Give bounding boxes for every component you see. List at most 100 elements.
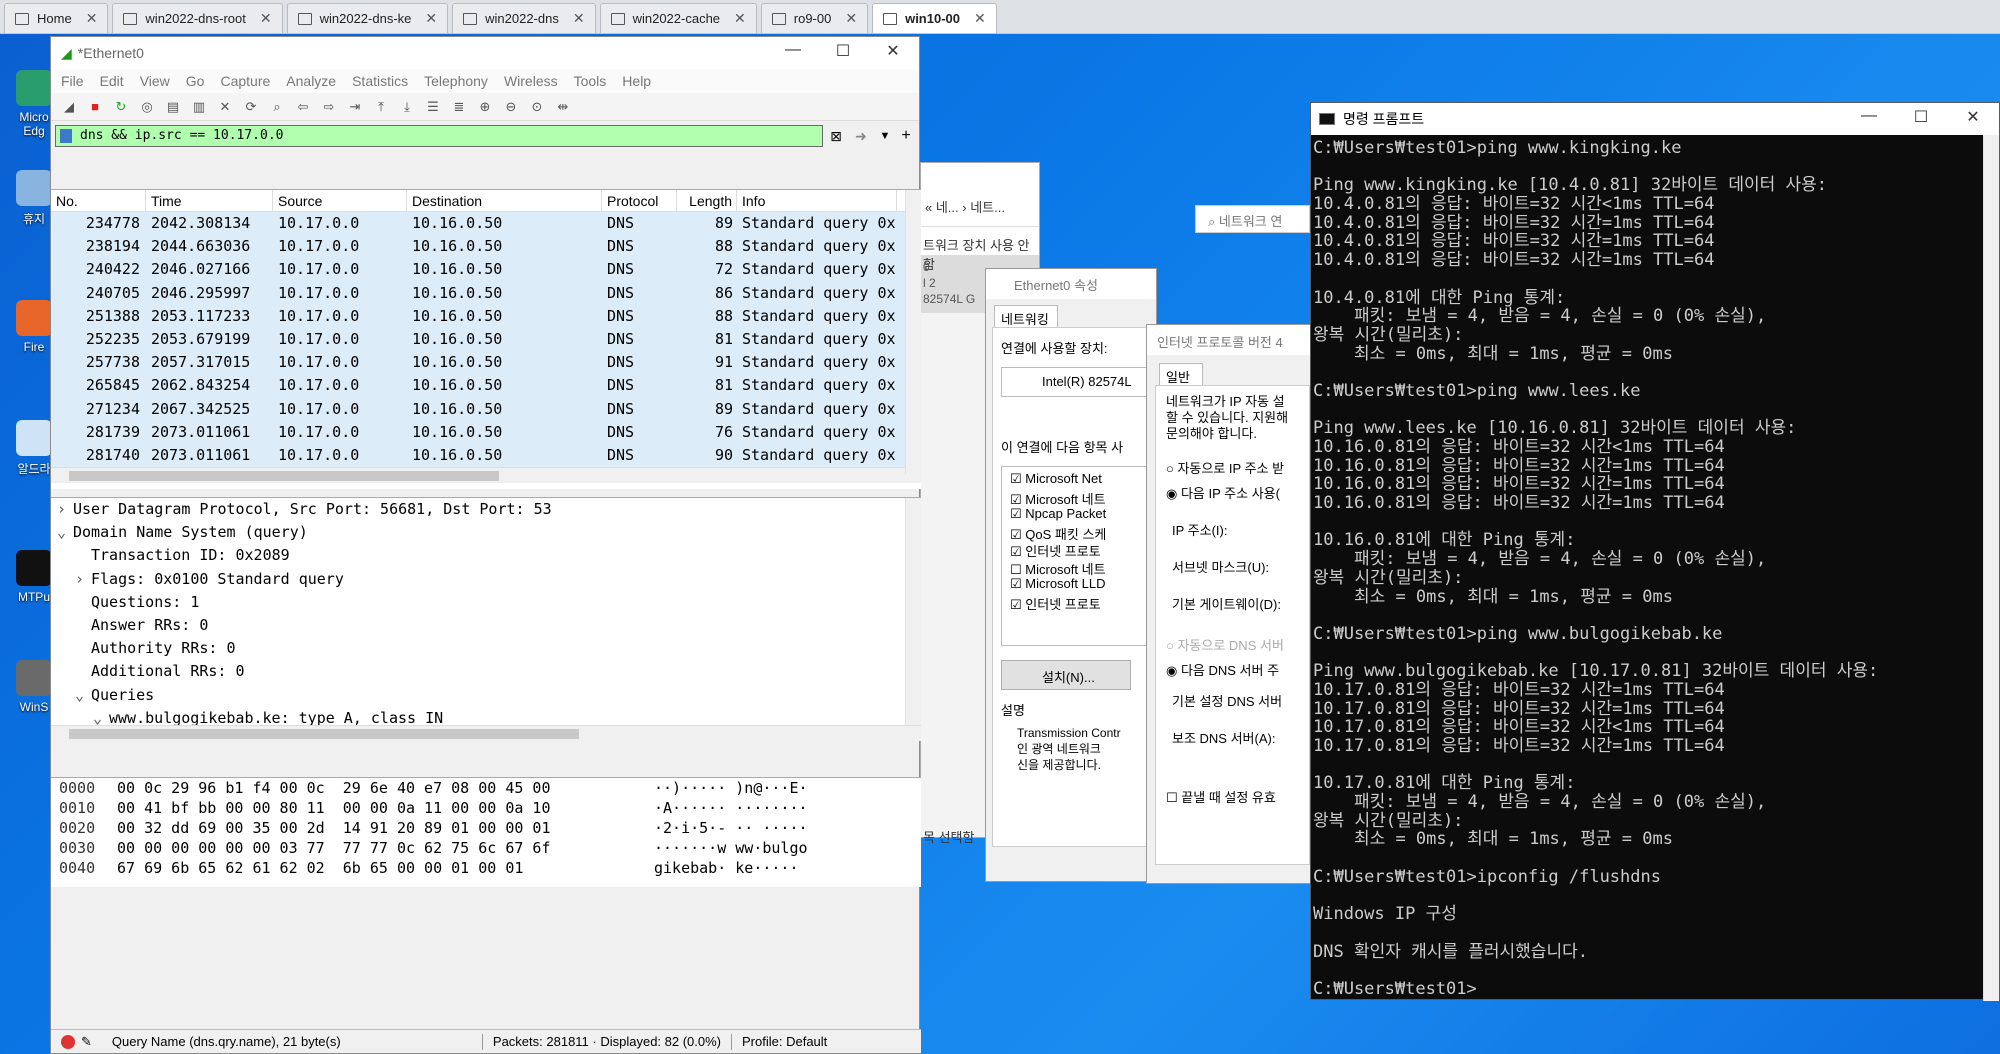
packet-row[interactable]: 234778 2042.308134 10.17.0.0 10.16.0.50 DNS 8… xyxy=(51,212,921,236)
vm-tab[interactable]: win2022-cache ✕ xyxy=(599,3,757,33)
packet-row[interactable]: 281739 2073.011061 10.17.0.0 10.16.0.50 DNS 7… xyxy=(51,420,921,444)
bookmark-icon[interactable] xyxy=(60,129,72,143)
detail-tree-item[interactable]: ⌄ www.bulgogikebab.ke: type A, class IN xyxy=(51,707,921,725)
go-back-icon[interactable]: ⇦ xyxy=(293,97,313,117)
zoom-out-icon[interactable]: ⊖ xyxy=(501,97,521,117)
menu-go[interactable]: Go xyxy=(186,73,205,89)
vm-tab[interactable]: win10-00 ✕ xyxy=(872,3,997,33)
column-header[interactable]: Destination xyxy=(407,190,602,211)
column-header[interactable]: Source xyxy=(273,190,407,211)
packet-details[interactable]: › User Datagram Protocol, Src Port: 56681… xyxy=(51,497,921,725)
packet-row[interactable]: 252235 2053.679199 10.17.0.0 10.16.0.50 DNS 8… xyxy=(51,327,921,352)
component-item[interactable]: ☑ Npcap Packet xyxy=(1010,506,1154,524)
packet-row[interactable]: 271234 2067.342525 10.17.0.0 10.16.0.50 DNS 8… xyxy=(51,397,921,421)
validate-checkbox[interactable]: ☐ 끝낼 때 설정 유효 xyxy=(1166,787,1309,806)
detail-tree-item[interactable]: ⌄ Queries xyxy=(51,684,921,707)
hex-line[interactable]: 0020 00 32 dd 69 00 35 00 2d 14 91 20 89 … xyxy=(51,818,921,838)
close-tab-icon[interactable]: ✕ xyxy=(974,10,986,27)
component-checkbox[interactable]: ☑ xyxy=(1010,471,1025,486)
component-checkbox[interactable]: ☑ xyxy=(1010,506,1025,521)
wireshark-window[interactable]: ◢ *Ethernet0 — ☐ ✕ File Edit View Go Capture… xyxy=(50,36,921,1054)
component-checkbox[interactable]: ☑ xyxy=(1010,597,1025,612)
minimize-button[interactable]: — xyxy=(1849,107,1889,131)
restart-capture-icon[interactable]: ↻ xyxy=(111,97,131,117)
install-button[interactable]: 설치(N)... xyxy=(1001,660,1131,690)
component-checkbox[interactable]: ☑ xyxy=(1010,576,1025,591)
expand-arrow-icon[interactable]: ⌄ xyxy=(57,521,73,544)
component-checkbox[interactable]: ☑ xyxy=(1010,544,1025,559)
close-tab-icon[interactable]: ✕ xyxy=(845,10,857,27)
packet-bytes[interactable]: 0000 00 0c 29 96 b1 f4 00 0c 29 6e 40 e7 … xyxy=(51,777,921,887)
hex-line[interactable]: 0040 67 69 6b 65 62 61 62 02 6b 65 00 00 … xyxy=(51,858,921,878)
manual-ip-radio[interactable]: ◉ 다음 IP 주소 사용( xyxy=(1166,483,1309,502)
go-forward-icon[interactable]: ⇨ xyxy=(319,97,339,117)
detail-tree-item[interactable]: › User Datagram Protocol, Src Port: 56681… xyxy=(51,498,921,521)
tab-general[interactable]: 일반 xyxy=(1159,363,1203,385)
edit-comment-icon[interactable]: ✎ xyxy=(81,1034,92,1050)
detail-tree-item[interactable]: ⌄ Domain Name System (query) xyxy=(51,521,921,544)
clear-filter-icon[interactable]: ⊠ xyxy=(827,128,845,145)
packet-row[interactable]: 251388 2053.117233 10.17.0.0 10.16.0.50 DNS 8… xyxy=(51,304,921,328)
detail-tree-item[interactable]: › Flags: 0x0100 Standard query xyxy=(51,568,921,591)
add-filter-button-icon[interactable]: + xyxy=(897,127,915,145)
hex-line[interactable]: 0030 00 00 00 00 00 00 03 77 77 77 0c 62 … xyxy=(51,838,921,858)
tab-networking[interactable]: 네트워킹 xyxy=(994,305,1058,327)
vm-tab[interactable]: win2022-dns-root ✕ xyxy=(112,3,283,33)
column-header[interactable]: Protocol xyxy=(602,190,677,211)
vm-tab[interactable]: Home ✕ xyxy=(4,3,109,33)
component-item[interactable]: ☑ Microsoft LLD xyxy=(1010,576,1154,594)
close-tab-icon[interactable]: ✕ xyxy=(86,10,98,27)
component-item[interactable]: ☑ Microsoft 네트 xyxy=(1010,489,1154,507)
ethernet-properties-dialog[interactable]: Ethernet0 속성 네트워킹 연결에 사용할 장치: Intel(R) 8… xyxy=(985,268,1157,882)
column-header[interactable]: Time xyxy=(146,190,273,211)
close-tab-icon[interactable]: ✕ xyxy=(734,10,746,27)
profile[interactable]: Profile: Default xyxy=(742,1034,827,1049)
maximize-button[interactable]: ☐ xyxy=(1901,107,1941,131)
components-list[interactable]: ☑ Microsoft Net ☑ Microsoft 네트 ☑ Npcap Pac… xyxy=(1001,466,1155,646)
packet-row[interactable]: 240705 2046.295997 10.17.0.0 10.16.0.50 DNS 8… xyxy=(51,281,921,305)
filter-dropdown-icon[interactable]: ▼ xyxy=(877,130,893,142)
menu-capture[interactable]: Capture xyxy=(220,73,270,89)
component-item[interactable]: ☑ 인터넷 프로토 xyxy=(1010,594,1154,612)
packet-row[interactable]: 257738 2057.317015 10.17.0.0 10.16.0.50 DNS 9… xyxy=(51,351,921,375)
save-file-icon[interactable]: ▥ xyxy=(189,97,209,117)
go-to-packet-icon[interactable]: ⇥ xyxy=(345,97,365,117)
packet-row[interactable]: 265845 2062.843254 10.17.0.0 10.16.0.50 DNS 8… xyxy=(51,374,921,398)
vm-tab[interactable]: win2022-dns ✕ xyxy=(452,3,596,33)
component-checkbox[interactable]: ☑ xyxy=(1010,492,1025,507)
expand-arrow-icon[interactable]: › xyxy=(75,568,91,591)
packet-details-hscroll[interactable] xyxy=(51,725,921,741)
hex-line[interactable]: 0010 00 41 bf bb 00 00 80 11 00 00 0a 11 … xyxy=(51,798,921,818)
cmd-titlebar[interactable]: 명령 프롬프트 xyxy=(1311,103,1999,135)
first-packet-icon[interactable]: ⤒ xyxy=(371,97,391,117)
menu-wireless[interactable]: Wireless xyxy=(504,73,558,89)
close-tab-icon[interactable]: ✕ xyxy=(573,10,585,27)
apply-filter-icon[interactable]: ➜ xyxy=(849,128,873,145)
component-item[interactable]: ☑ Microsoft Net xyxy=(1010,471,1154,489)
maximize-button[interactable]: ☐ xyxy=(823,41,863,65)
display-filter-input[interactable]: dns && ip.src == 10.17.0.0 xyxy=(55,125,823,147)
packet-list-vscroll[interactable] xyxy=(905,190,921,474)
hex-line[interactable]: 0000 00 0c 29 96 b1 f4 00 0c 29 6e 40 e7 … xyxy=(51,778,921,798)
detail-tree-item[interactable]: Answer RRs: 0 xyxy=(51,614,921,637)
packet-row[interactable]: 281740 2073.011061 10.17.0.0 10.16.0.50 DNS 9… xyxy=(51,443,921,468)
autoscroll-icon[interactable]: ☰ xyxy=(423,97,443,117)
close-file-icon[interactable]: ✕ xyxy=(215,97,235,117)
colorize-icon[interactable]: ≣ xyxy=(449,97,469,117)
packet-row[interactable]: 238194 2044.663036 10.17.0.0 10.16.0.50 DNS 8… xyxy=(51,235,921,259)
console-output[interactable]: C:₩Users₩test01>ping www.kingking.ke Ping… xyxy=(1311,135,1999,995)
expert-info-icon[interactable] xyxy=(61,1034,75,1049)
column-header[interactable]: Length xyxy=(677,190,737,211)
stop-capture-icon[interactable]: ■ xyxy=(85,97,105,117)
packet-details-vscroll[interactable] xyxy=(905,498,921,725)
cmd-vscroll[interactable] xyxy=(1983,135,1999,1001)
component-item[interactable]: ☑ QoS 패킷 스케 xyxy=(1010,524,1154,542)
capture-options-icon[interactable]: ◎ xyxy=(137,97,157,117)
detail-tree-item[interactable]: Authority RRs: 0 xyxy=(51,637,921,660)
breadcrumb[interactable]: « 네... › 네트... xyxy=(925,197,1005,216)
vm-tab[interactable]: win2022-dns-ke ✕ xyxy=(286,3,449,33)
packet-list-hscroll[interactable] xyxy=(51,467,921,484)
resize-columns-icon[interactable]: ⇹ xyxy=(553,97,573,117)
menu-analyze[interactable]: Analyze xyxy=(286,73,336,89)
detail-tree-item[interactable]: Transaction ID: 0x2089 xyxy=(51,544,921,567)
